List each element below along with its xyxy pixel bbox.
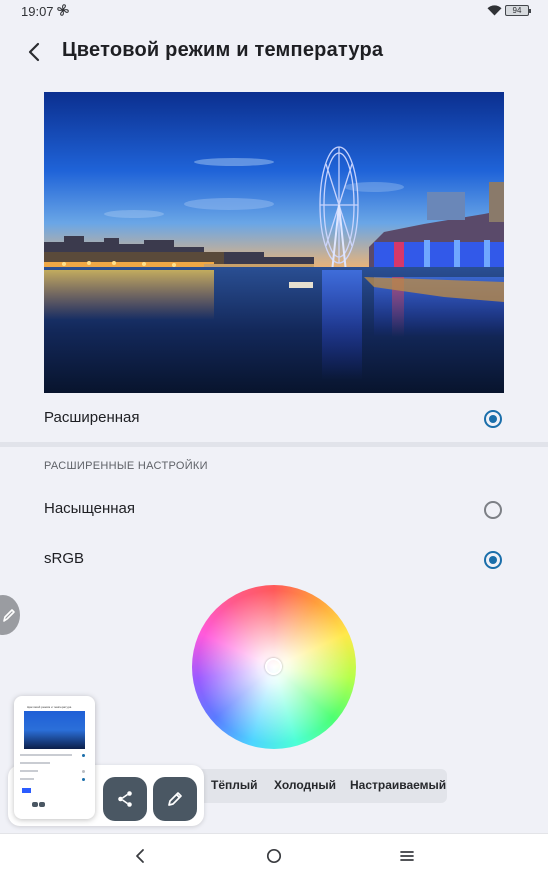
color-wheel-handle[interactable]	[265, 658, 282, 675]
nav-menu-button[interactable]	[389, 842, 425, 870]
radio-checked[interactable]	[484, 410, 502, 428]
thumbnail-mini-button	[39, 802, 45, 807]
preview-photo	[44, 92, 504, 393]
back-button[interactable]	[18, 36, 50, 68]
option-label: Расширенная	[44, 409, 140, 426]
thumbnail-dot	[82, 778, 85, 781]
section-header: РАСШИРЕННЫЕ НАСТРОЙКИ	[44, 460, 208, 472]
thumbnail-title: Цветовой режим и температура	[27, 705, 72, 709]
thumbnail-dot	[82, 770, 85, 773]
pencil-icon	[3, 609, 15, 622]
preview-image	[44, 92, 504, 393]
option-extended[interactable]: Расширенная	[0, 395, 548, 443]
home-circle-icon	[266, 848, 282, 864]
thumbnail-mini-button	[32, 802, 38, 807]
back-triangle-icon	[136, 849, 144, 863]
nav-home-button[interactable]	[256, 842, 292, 870]
tab-warm[interactable]: Тёплый	[211, 778, 258, 792]
status-bar: 19:07 94	[0, 0, 548, 24]
share-icon	[118, 791, 132, 807]
option-srgb[interactable]: sRGB	[0, 536, 548, 584]
status-time: 19:07	[21, 4, 54, 19]
divider	[0, 442, 548, 447]
option-label: Насыщенная	[44, 500, 136, 517]
wifi-icon	[487, 5, 502, 16]
page-title: Цветовой режим и температура	[62, 39, 384, 61]
fan-icon	[57, 4, 69, 16]
tab-custom[interactable]: Настраиваемый	[350, 778, 446, 792]
thumbnail-line	[20, 770, 38, 772]
screenshot-thumbnail[interactable]: Цветовой режим и температура	[14, 696, 95, 819]
share-button[interactable]	[103, 777, 147, 821]
menu-icon	[400, 851, 414, 861]
back-arrow-icon	[28, 42, 40, 62]
option-label: sRGB	[44, 550, 85, 567]
thumbnail-line	[20, 762, 50, 764]
option-saturated[interactable]: Насыщенная	[0, 486, 548, 534]
thumbnail-mini-image	[22, 788, 31, 793]
tab-cold[interactable]: Холодный	[274, 778, 336, 792]
pencil-icon	[168, 792, 182, 806]
thumbnail-line	[20, 778, 34, 780]
thumbnail-image	[24, 711, 85, 749]
radio-checked[interactable]	[484, 551, 502, 569]
system-navigation-bar	[0, 833, 548, 878]
floating-edit-handle[interactable]	[0, 595, 20, 635]
edit-button[interactable]	[153, 777, 197, 821]
thumbnail-line	[20, 754, 72, 756]
battery-icon: 94	[505, 5, 531, 16]
thumbnail-dot	[82, 754, 85, 757]
nav-back-button[interactable]	[122, 842, 158, 870]
temperature-tabs: Тёплый Холодный Настраиваемый	[196, 769, 447, 803]
radio-unchecked[interactable]	[484, 501, 502, 519]
